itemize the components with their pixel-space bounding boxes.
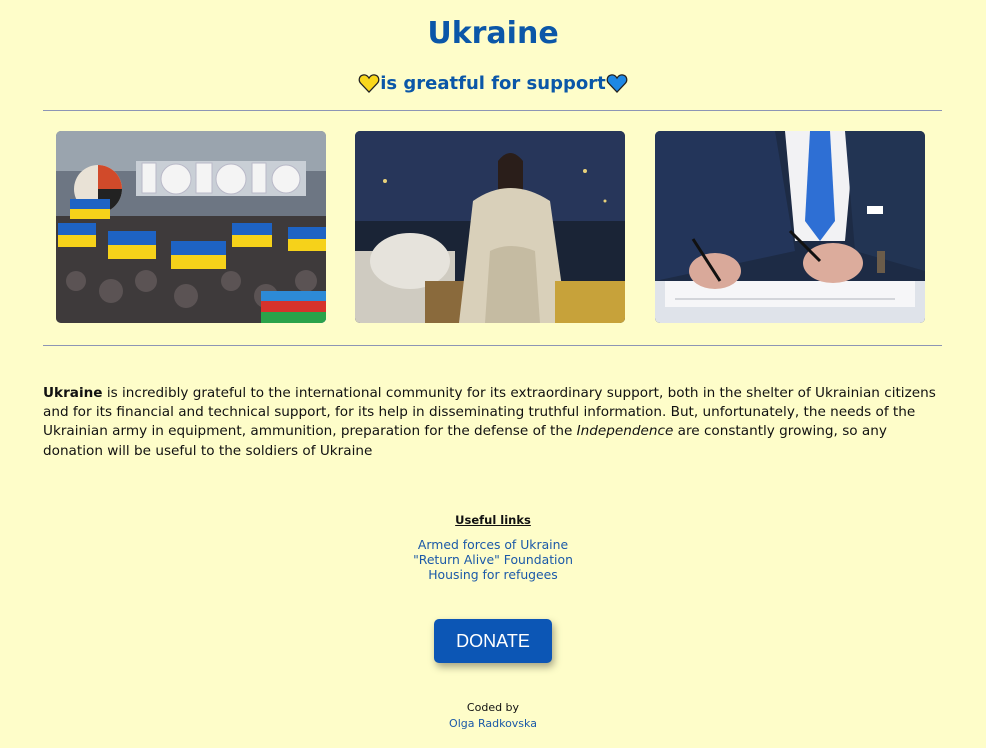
subtitle-text: is greatful for support: [380, 73, 606, 94]
author-link[interactable]: Olga Radkovska: [449, 717, 537, 730]
footer: Coded by Olga Radkovska: [0, 700, 986, 732]
link-item: "Return Alive" Foundation: [0, 552, 986, 567]
signing-photo: [655, 131, 925, 323]
coded-by-label: Coded by: [466, 701, 520, 714]
link-housing-refugees[interactable]: Housing for refugees: [428, 567, 558, 582]
link-return-alive[interactable]: "Return Alive" Foundation: [413, 552, 573, 567]
bottom-divider: [43, 345, 942, 346]
useful-links-section: Useful links Armed forces of Ukraine "Re…: [0, 511, 986, 582]
useful-links-title: Useful links: [455, 513, 531, 527]
intro-italic-word: Independence: [576, 423, 674, 440]
intro-bold-lead: Ukraine: [43, 385, 103, 401]
blue-heart-icon: [606, 74, 628, 93]
link-armed-forces[interactable]: Armed forces of Ukraine: [418, 537, 568, 552]
useful-links-list: Armed forces of Ukraine "Return Alive" F…: [0, 537, 986, 582]
link-item: Armed forces of Ukraine: [0, 537, 986, 552]
link-item: Housing for refugees: [0, 567, 986, 582]
intro-paragraph: Ukraine is incredibly grateful to the in…: [43, 384, 943, 461]
yellow-heart-icon: [358, 74, 380, 93]
page-title: Ukraine: [427, 16, 559, 51]
refugee-photo: [355, 131, 625, 323]
donate-button[interactable]: DONATE: [434, 619, 552, 663]
subtitle: is greatful for support: [0, 70, 986, 98]
rally-photo: [56, 131, 326, 323]
top-divider: [43, 110, 942, 111]
